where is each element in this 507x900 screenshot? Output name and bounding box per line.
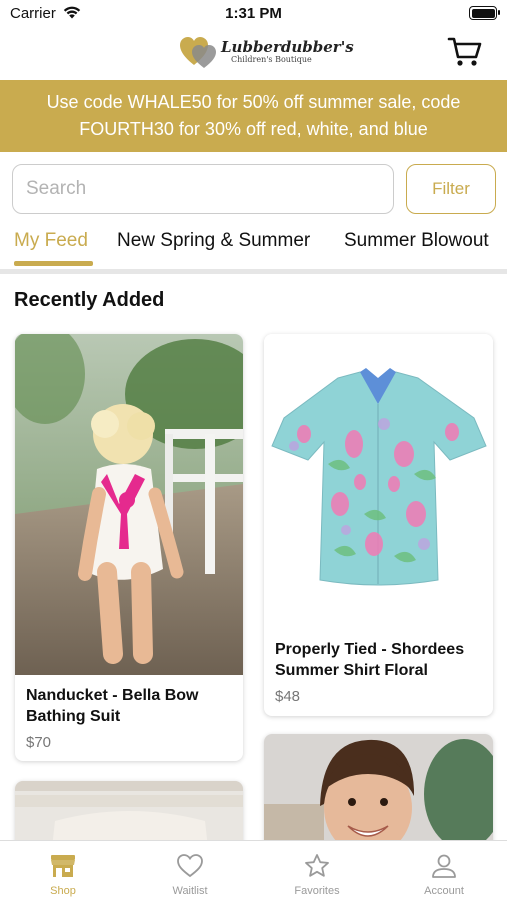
active-tab-indicator bbox=[14, 261, 93, 266]
product-card[interactable]: Properly Tied - Shordees Summer Shirt Fl… bbox=[264, 334, 493, 716]
product-name: Properly Tied - Shordees Summer Shirt Fl… bbox=[275, 641, 465, 679]
shop-icon bbox=[51, 855, 75, 877]
promo-banner[interactable]: Use code WHALE50 for 50% off summer sale… bbox=[0, 80, 507, 152]
tab-bar-label: Shop bbox=[50, 885, 76, 897]
tab-new-spring-summer[interactable]: New Spring & Summer bbox=[117, 230, 310, 252]
filter-button[interactable]: Filter bbox=[406, 164, 496, 214]
tab-bar-shop[interactable]: Shop bbox=[0, 841, 126, 900]
battery-icon bbox=[469, 6, 500, 20]
tab-bar-label: Favorites bbox=[294, 885, 340, 897]
section-title: Recently Added bbox=[14, 289, 165, 311]
hearts-logo-icon bbox=[180, 37, 216, 68]
product-price: $70 bbox=[26, 734, 52, 751]
product-image bbox=[15, 334, 243, 675]
search-row: Filter bbox=[12, 164, 496, 214]
promo-line-1: Use code WHALE50 for 50% off summer sale… bbox=[46, 92, 461, 112]
person-icon bbox=[432, 854, 456, 878]
tab-bar-label: Account bbox=[424, 885, 464, 897]
tab-bar-account[interactable]: Account bbox=[381, 841, 507, 900]
search-input[interactable] bbox=[12, 164, 394, 214]
status-time: 1:31 PM bbox=[225, 5, 282, 22]
app-header: Lubberdubber's Children's Boutique bbox=[0, 28, 507, 80]
cart-icon[interactable] bbox=[447, 36, 483, 68]
brand-tagline: Children's Boutique bbox=[231, 55, 312, 64]
heart-icon bbox=[177, 854, 203, 878]
brand-name: Lubberdubber's bbox=[221, 38, 354, 56]
tab-bar-waitlist[interactable]: Waitlist bbox=[127, 841, 253, 900]
product-image bbox=[264, 334, 493, 624]
category-tabs: My Feed New Spring & Summer Summer Blowo… bbox=[0, 226, 507, 274]
tab-my-feed[interactable]: My Feed bbox=[14, 230, 88, 252]
product-card[interactable]: Nanducket - Bella Bow Bathing Suit $70 bbox=[15, 334, 243, 761]
product-price: $48 bbox=[275, 688, 301, 705]
brand-logo[interactable]: Lubberdubber's Children's Boutique bbox=[180, 34, 354, 70]
status-bar: Carrier 1:31 PM bbox=[0, 0, 507, 28]
star-icon bbox=[305, 854, 329, 877]
product-name: Nanducket - Bella Bow Bathing Suit bbox=[26, 687, 199, 725]
tab-bar-label: Waitlist bbox=[172, 885, 208, 897]
promo-line-2: FOURTH30 for 30% off red, white, and blu… bbox=[79, 119, 428, 139]
tab-summer-blowout[interactable]: Summer Blowout bbox=[344, 230, 489, 252]
bottom-tab-bar: Shop Waitlist Favorites Account bbox=[0, 840, 507, 900]
tab-bar-favorites[interactable]: Favorites bbox=[254, 841, 380, 900]
